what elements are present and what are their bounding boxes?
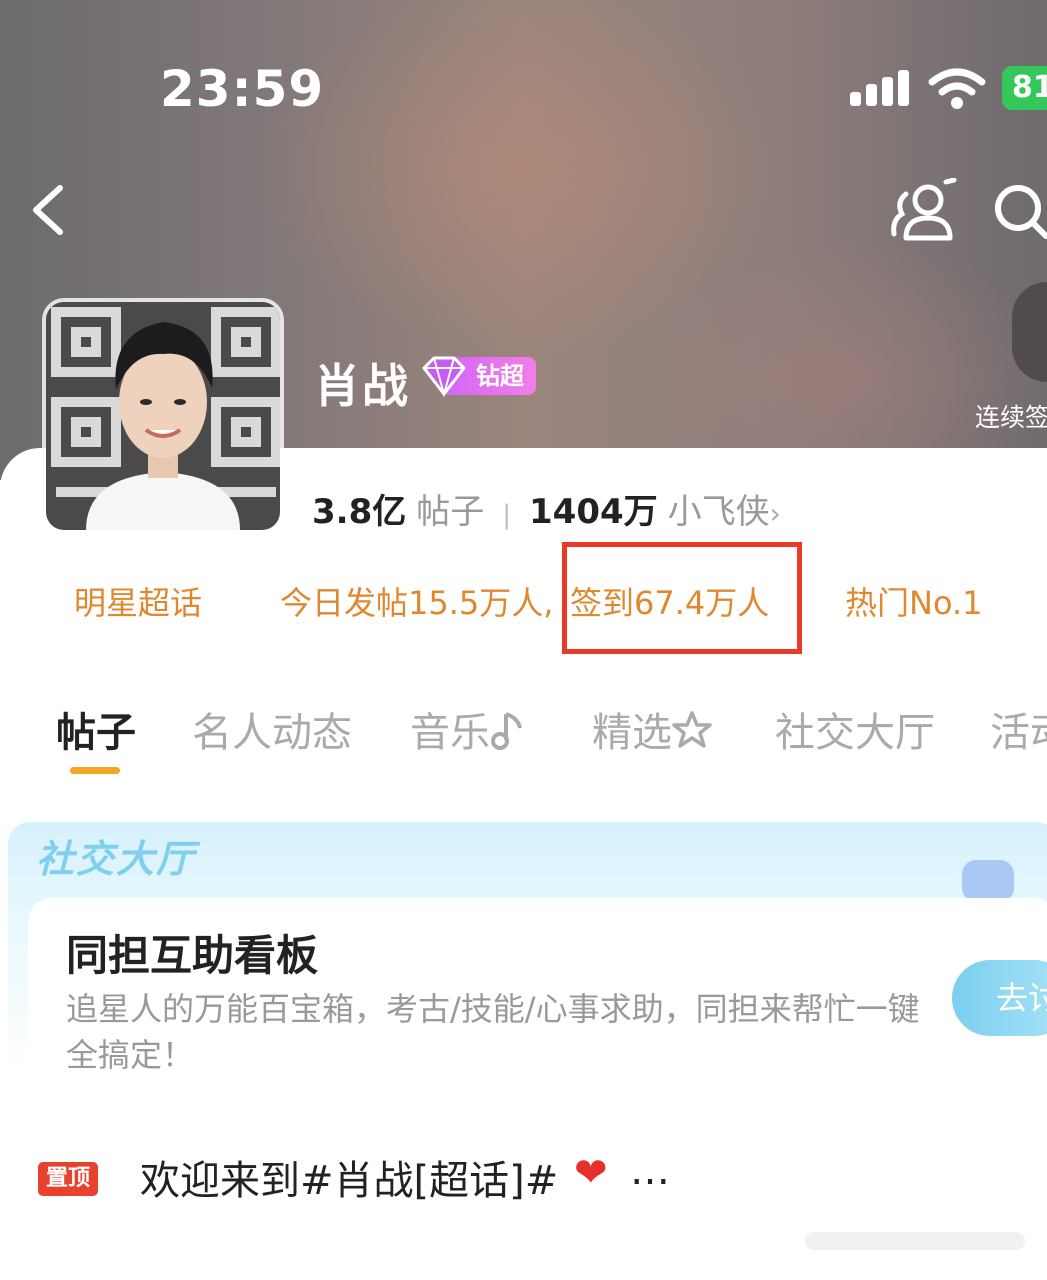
- help-board-title: 同担互助看板: [66, 931, 319, 980]
- posts-count: 3.8亿: [312, 492, 407, 532]
- profile-name: 肖战: [314, 359, 410, 413]
- fans-count: 1404万: [529, 492, 658, 532]
- status-time: 23:59: [160, 60, 325, 118]
- battery-indicator: 81: [1002, 66, 1047, 110]
- rank-label[interactable]: 热门No.1: [845, 578, 983, 624]
- back-arrow-icon[interactable]: [24, 180, 74, 240]
- tab-featured-label: 精选: [592, 710, 672, 756]
- stats-divider: |: [502, 500, 511, 530]
- tab-social-hall[interactable]: 社交大厅: [775, 700, 935, 758]
- music-note-icon: [491, 712, 522, 750]
- posts-label: 帖子: [416, 492, 485, 532]
- category-label[interactable]: 明星超话: [74, 578, 202, 624]
- diamond-badge: 钻超: [418, 356, 536, 398]
- tab-posts[interactable]: 帖子: [56, 700, 136, 758]
- heart-icon: ❤: [574, 1150, 608, 1196]
- tab-bar: 帖子 名人动态 音乐 精选 社交大厅 活动: [0, 700, 1047, 770]
- help-board-description: 追星人的万能百宝箱，考古/技能/心事求助，同担来帮忙一键全搞定！: [66, 990, 920, 1074]
- pinned-badge: 置顶: [38, 1162, 98, 1196]
- wifi-icon: [928, 68, 986, 109]
- followers-icon[interactable]: [888, 178, 960, 244]
- checkins-highlight-box: [562, 542, 802, 654]
- tab-featured[interactable]: 精选: [592, 700, 712, 758]
- profile-stats: 3.8亿 帖子 | 1404万 小飞侠 ›: [312, 484, 781, 533]
- chat-bubble-icon: [962, 860, 1014, 902]
- pinned-post-ellipsis: …: [630, 1148, 670, 1194]
- tab-events[interactable]: 活动: [990, 700, 1047, 758]
- star-icon: [672, 711, 712, 748]
- avatar-portrait: [46, 302, 280, 530]
- tab-celebrity-updates[interactable]: 名人动态: [192, 700, 352, 758]
- cellular-signal-icon: [850, 70, 912, 106]
- supertopic-info-row: 明星超话 今日发帖15.5万人, 签到67.4万人 热门No.1: [0, 578, 1047, 628]
- social-hall-title: 社交大厅: [36, 837, 197, 881]
- scroll-indicator: [805, 1232, 1025, 1250]
- diamond-icon: [422, 356, 466, 398]
- tab-music[interactable]: 音乐: [410, 700, 524, 758]
- tab-music-label: 音乐: [410, 710, 490, 756]
- pinned-post-title[interactable]: 欢迎来到#肖战[超话]#: [140, 1148, 558, 1206]
- fans-label[interactable]: 小飞侠: [668, 484, 770, 533]
- today-posts-text: 今日发帖15.5万人,: [280, 584, 554, 622]
- avatar[interactable]: [42, 298, 284, 534]
- active-tab-indicator: [70, 767, 120, 774]
- go-discuss-button[interactable]: 去讨: [952, 960, 1047, 1036]
- checkin-streak-label: 连续签: [975, 403, 1047, 432]
- search-icon[interactable]: [990, 180, 1047, 240]
- chevron-right-icon[interactable]: ›: [770, 497, 781, 530]
